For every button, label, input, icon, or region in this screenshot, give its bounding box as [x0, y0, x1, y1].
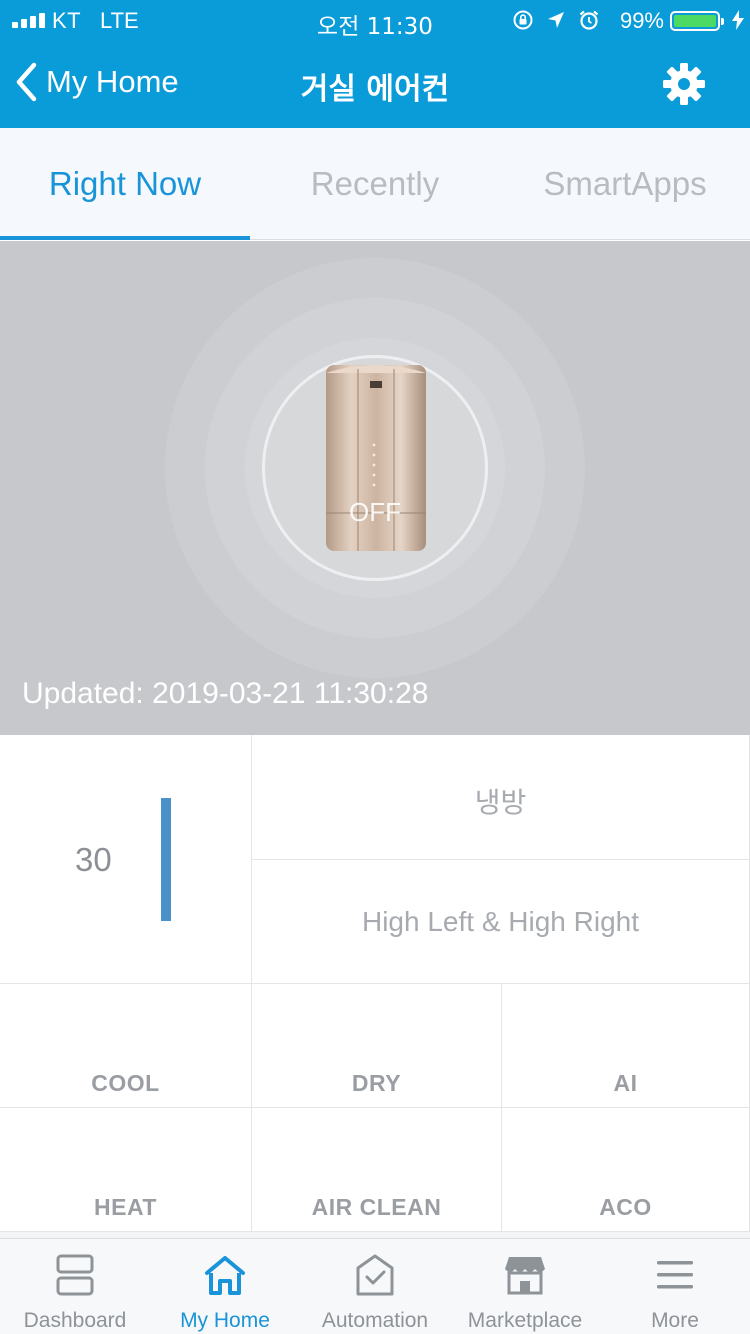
temperature-value: 30 — [75, 841, 112, 878]
temperature-level-bar — [161, 798, 171, 921]
battery-icon — [670, 11, 724, 31]
aco-button[interactable]: ACO — [502, 1108, 750, 1232]
air-clean-button[interactable]: AIR CLEAN — [252, 1108, 502, 1232]
nav-more[interactable]: More — [600, 1239, 750, 1334]
bottom-navigation: Dashboard My Home Automation Marketplace… — [0, 1238, 750, 1334]
top-bar: KT LTE 오전 11:30 99% My Home 거실 에어컨 — [0, 0, 750, 128]
temperature-control[interactable]: 30 — [0, 735, 252, 984]
nav-dashboard[interactable]: Dashboard — [0, 1239, 150, 1334]
menu-icon — [657, 1261, 693, 1289]
dashboard-icon — [56, 1254, 94, 1296]
page-title: 거실 에어컨 — [300, 72, 450, 107]
wind-direction-label: High Left & High Right — [361, 906, 640, 937]
nav-automation[interactable]: Automation — [300, 1239, 450, 1334]
air-clean-label: AIR CLEAN — [311, 1194, 442, 1220]
dry-button[interactable]: DRY — [252, 984, 502, 1108]
location-arrow-icon — [548, 12, 564, 28]
automation-icon — [356, 1254, 394, 1296]
mode-tile[interactable]: 냉방 — [252, 735, 750, 860]
nav-marketplace-label: Marketplace — [467, 1309, 583, 1332]
heat-label: HEAT — [94, 1194, 157, 1220]
power-state-label: OFF — [349, 497, 401, 527]
dry-label: DRY — [351, 1070, 402, 1096]
tab-recently[interactable]: Recently — [250, 128, 500, 239]
home-icon — [205, 1256, 245, 1295]
status-bar: KT LTE 오전 11:30 99% — [0, 0, 750, 40]
rotation-lock-icon — [513, 10, 533, 30]
charging-bolt-icon — [732, 10, 744, 30]
cool-button[interactable]: COOL — [0, 984, 252, 1108]
alarm-icon — [579, 10, 599, 30]
marketplace-icon — [505, 1257, 545, 1295]
ai-label: AI — [613, 1070, 638, 1096]
battery-fill — [674, 15, 716, 27]
nav-more-label: More — [651, 1309, 699, 1332]
device-status-panel: OFF Updated: 2019-03-21 11:30:28 — [0, 241, 750, 735]
battery-percent: 99% — [619, 8, 664, 33]
nav-my-home[interactable]: My Home — [150, 1239, 300, 1334]
tab-bar: Right Now Recently SmartApps — [0, 128, 750, 240]
heat-button[interactable]: HEAT — [0, 1108, 252, 1232]
nav-marketplace[interactable]: Marketplace — [450, 1239, 600, 1334]
status-icons — [512, 9, 600, 31]
cool-label: COOL — [91, 1070, 160, 1096]
tab-smartapps[interactable]: SmartApps — [500, 128, 750, 239]
gear-icon[interactable] — [662, 62, 706, 106]
tab-right-now[interactable]: Right Now — [0, 128, 250, 240]
mode-label: 냉방 — [474, 786, 527, 819]
aco-label: ACO — [599, 1194, 652, 1220]
ai-button[interactable]: AI — [502, 984, 750, 1108]
navigation-bar: My Home 거실 에어컨 — [0, 40, 750, 128]
nav-automation-label: Automation — [321, 1309, 429, 1332]
updated-timestamp: Updated: 2019-03-21 11:30:28 — [22, 677, 429, 710]
nav-dashboard-label: Dashboard — [23, 1309, 127, 1332]
wind-direction-tile[interactable]: High Left & High Right — [252, 860, 750, 984]
nav-my-home-label: My Home — [180, 1309, 270, 1332]
